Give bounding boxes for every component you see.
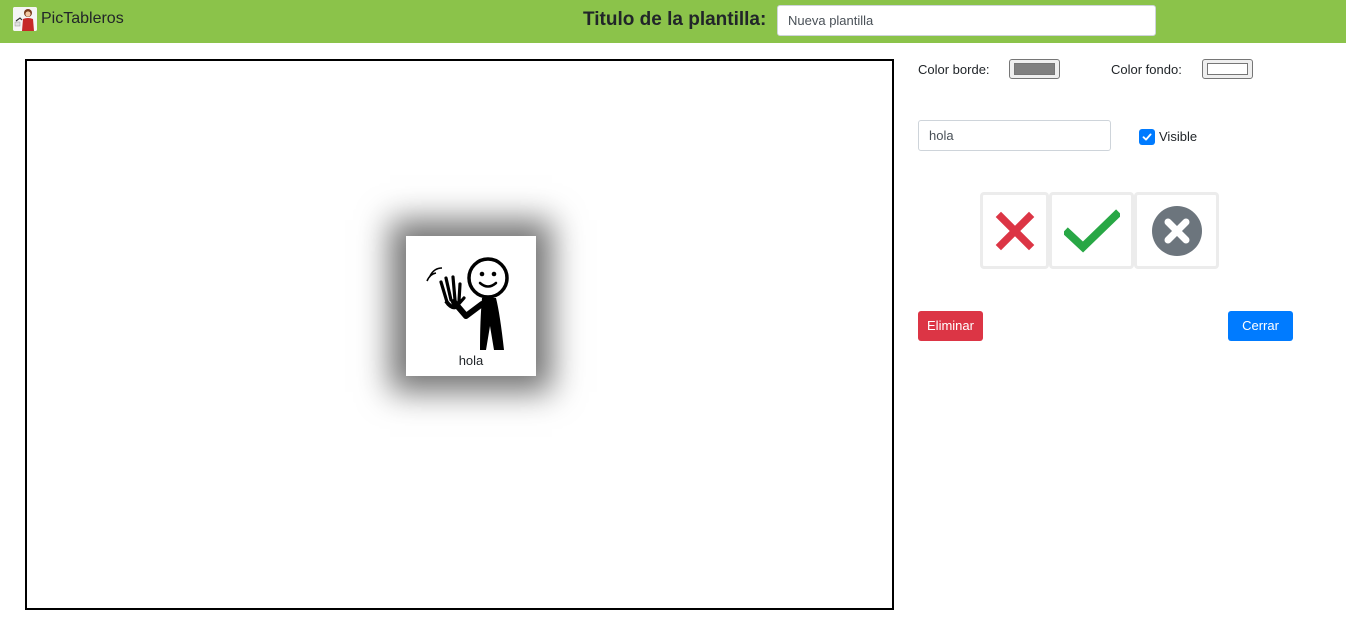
brand[interactable]: PicTableros (13, 7, 124, 31)
background-color-swatch (1207, 63, 1248, 75)
red-x-icon (995, 211, 1034, 250)
visible-label: Visible (1159, 129, 1198, 144)
green-check-option[interactable] (1049, 192, 1134, 269)
checkmark-icon (1142, 133, 1152, 141)
border-color-label: Color borde: (918, 62, 990, 77)
border-color-swatch (1014, 63, 1055, 75)
close-button[interactable]: Cerrar (1228, 311, 1293, 341)
waving-person-icon (426, 257, 509, 350)
card-text-input[interactable]: hola (918, 120, 1111, 151)
brand-name: PicTableros (41, 10, 124, 27)
pictogram-card-label: hola (458, 353, 484, 368)
top-bar: PicTableros Titulo de la plantilla: Nuev… (0, 0, 1346, 43)
background-color-picker[interactable] (1202, 59, 1253, 79)
green-check-icon (1063, 208, 1120, 253)
board-canvas[interactable]: hola (25, 59, 894, 610)
border-color-picker[interactable] (1009, 59, 1060, 79)
gray-circle-x-icon (1151, 205, 1202, 256)
pictableros-logo-icon (13, 7, 37, 31)
visible-checkbox[interactable] (1139, 129, 1155, 145)
pictogram-card[interactable]: hola (406, 236, 536, 376)
gray-circle-x-option[interactable] (1134, 192, 1219, 269)
template-title-input[interactable]: Nueva plantilla (777, 5, 1156, 36)
delete-button[interactable]: Eliminar (918, 311, 983, 341)
template-title-label: Titulo de la plantilla: (583, 9, 767, 30)
background-color-label: Color fondo: (1111, 62, 1182, 77)
red-x-option[interactable] (980, 192, 1049, 269)
